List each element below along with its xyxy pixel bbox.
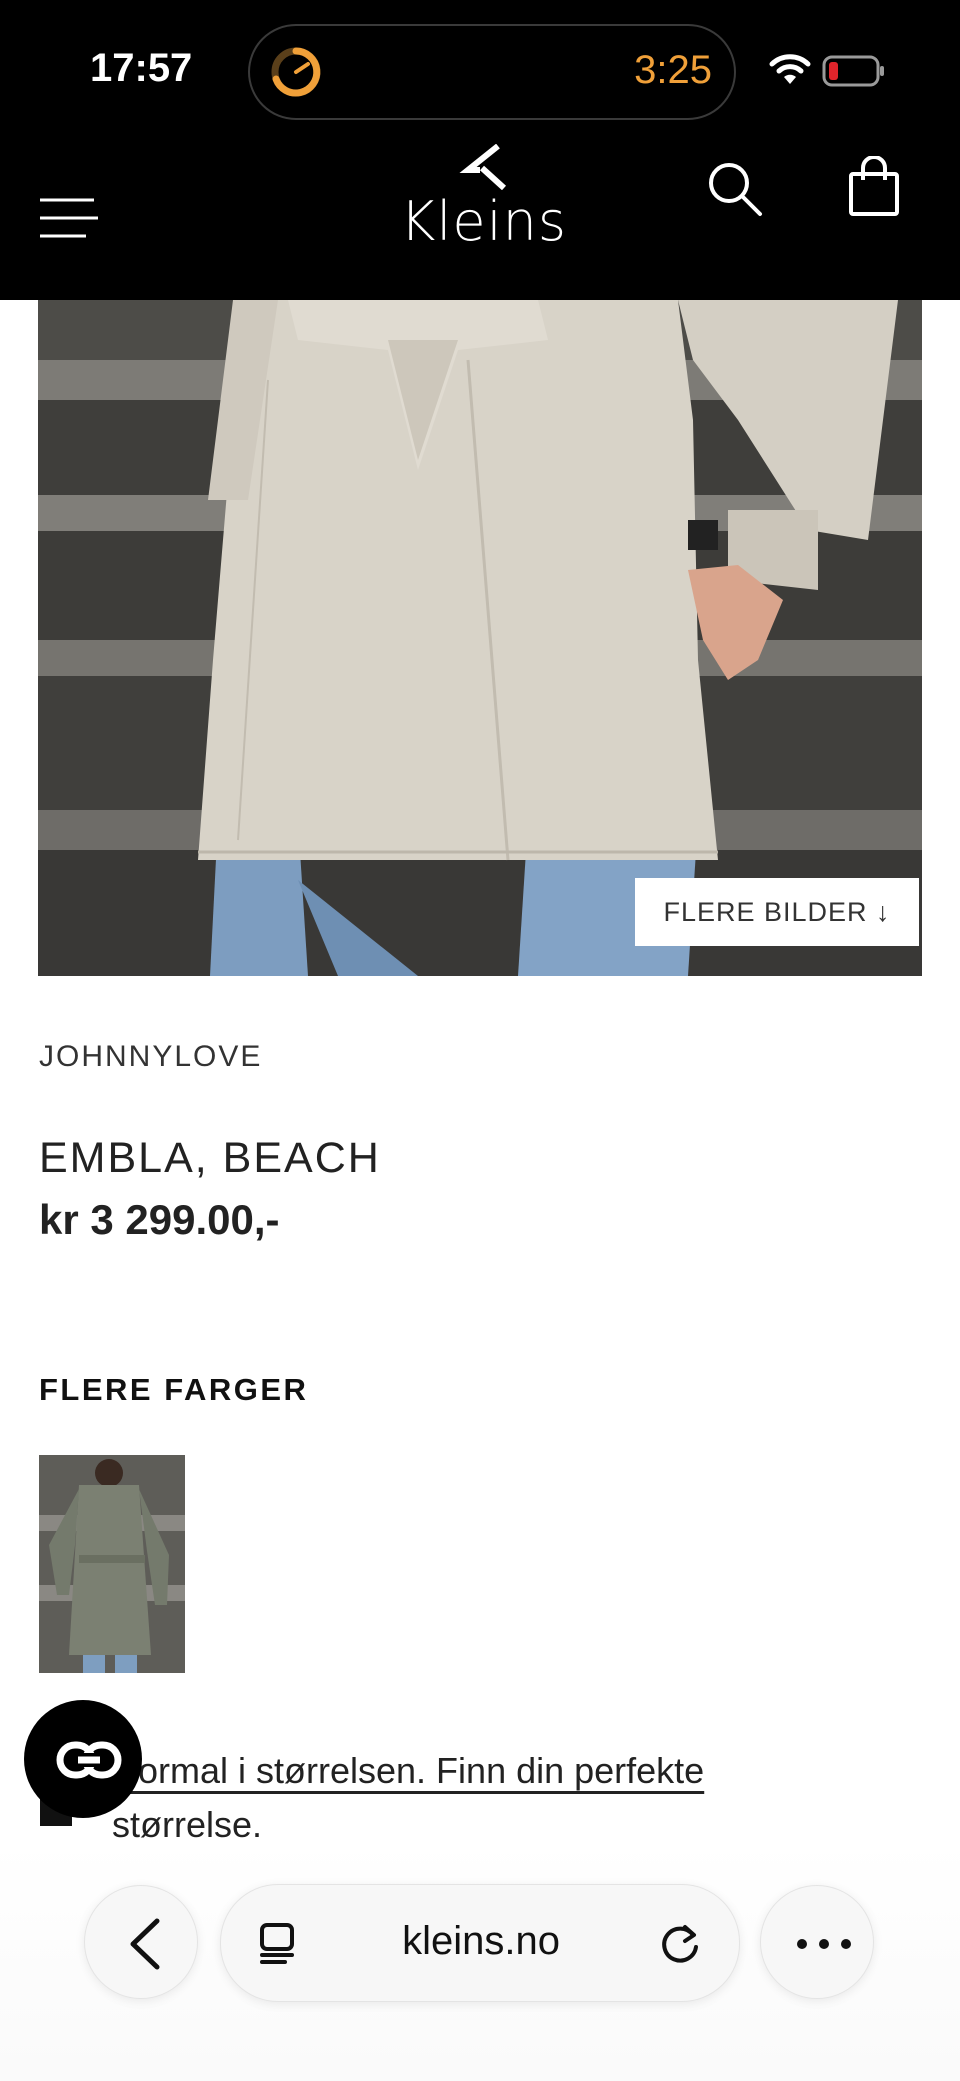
size-guide-text: Normal i størrelsen. Finn din perfekte s… — [112, 1744, 832, 1852]
timer-icon — [271, 47, 321, 97]
product-name: EMBLA, BEACH — [39, 1134, 381, 1182]
status-time: 17:57 — [90, 46, 193, 90]
size-guide-link[interactable]: Normal i størrelsen. Finn din perfekte — [112, 1750, 704, 1791]
more-icon — [797, 1939, 851, 1949]
browser-toolbar: kleins.no — [0, 1840, 960, 2081]
status-bar: 17:57 3:25 — [0, 0, 960, 140]
logo-mark-icon — [459, 144, 507, 190]
dynamic-island[interactable]: 3:25 — [248, 24, 736, 120]
chat-button[interactable] — [24, 1700, 142, 1818]
product-image[interactable]: FLERE BILDER ↓ — [38, 300, 922, 976]
tabs-icon[interactable] — [257, 1921, 301, 1965]
site-header: Kleins — [0, 140, 960, 300]
color-variant-photo — [39, 1455, 185, 1673]
product-brand[interactable]: JOHNNYLOVE — [39, 1040, 262, 1074]
menu-icon[interactable] — [38, 194, 100, 244]
back-button[interactable] — [84, 1885, 198, 1999]
product-price: kr 3 299.00,- — [39, 1196, 280, 1243]
search-icon[interactable] — [706, 160, 764, 218]
logo-text: Kleins — [400, 190, 567, 253]
url-text[interactable]: kleins.no — [371, 1919, 591, 1964]
more-options-button[interactable] — [760, 1885, 874, 1999]
battery-icon — [822, 55, 884, 87]
color-variant-thumbnail[interactable] — [39, 1455, 185, 1673]
back-icon — [130, 1918, 160, 1970]
address-bar[interactable]: kleins.no — [220, 1884, 740, 2002]
site-logo[interactable]: Kleins — [400, 140, 567, 253]
timer-text: 3:25 — [634, 48, 712, 92]
more-images-button[interactable]: FLERE BILDER ↓ — [635, 878, 919, 946]
wifi-icon — [769, 54, 811, 84]
more-colors-title: FLERE FARGER — [39, 1372, 309, 1407]
chat-glasses-icon — [56, 1741, 122, 1779]
product-photo — [38, 300, 922, 976]
reload-icon[interactable] — [657, 1921, 703, 1967]
shopping-bag-icon[interactable] — [848, 156, 900, 216]
